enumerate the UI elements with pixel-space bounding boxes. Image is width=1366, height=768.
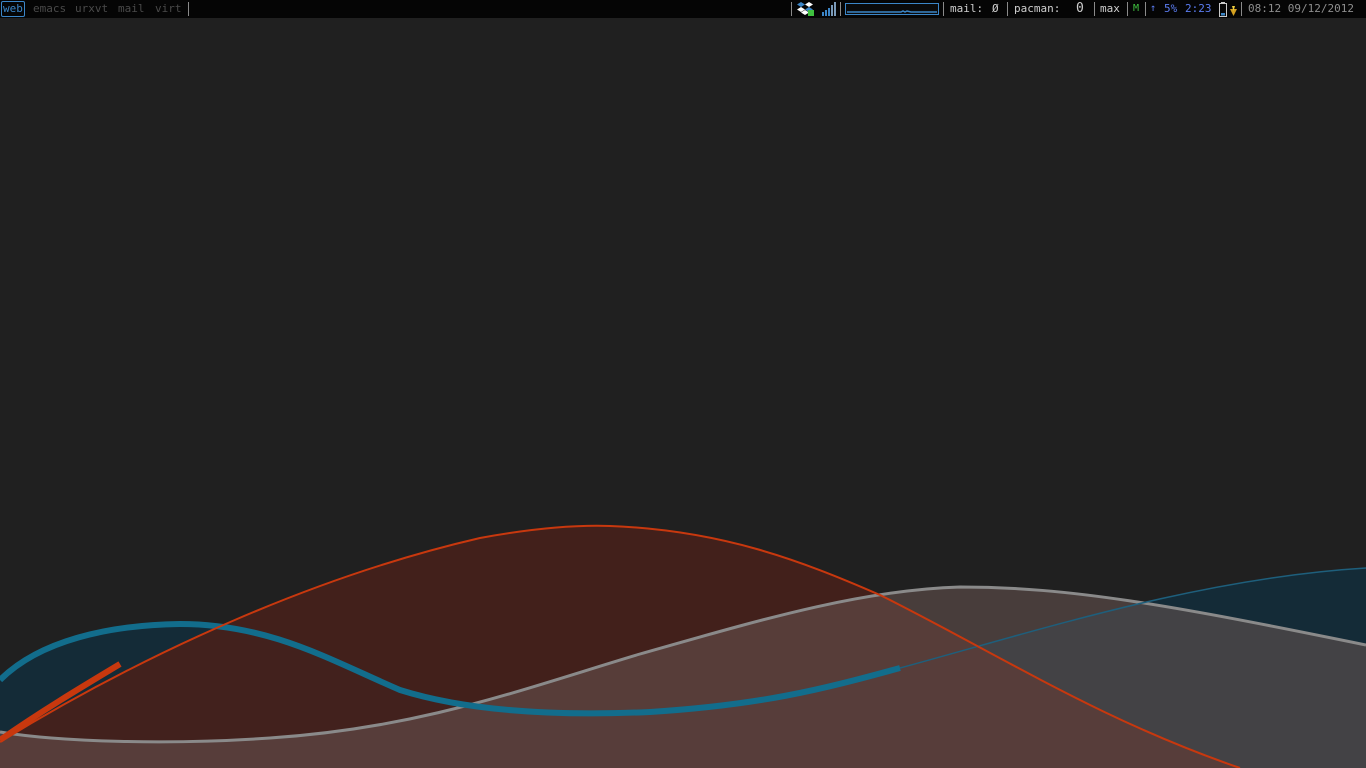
workspace-mail[interactable]: mail — [118, 0, 145, 18]
layout-indicator[interactable]: M — [1133, 0, 1139, 18]
separator — [1094, 2, 1095, 16]
battery-arrow: ↑ — [1150, 3, 1157, 14]
separator — [1145, 2, 1146, 16]
clock: 08:12 09/12/2012 — [1248, 2, 1354, 15]
separator — [1127, 2, 1128, 16]
workspace-virt[interactable]: virt — [155, 0, 182, 18]
pacman-count: 0 — [1076, 1, 1084, 16]
separator — [188, 2, 189, 16]
separator — [943, 2, 944, 16]
battery-percent: 5% — [1164, 2, 1178, 15]
layout-name: max — [1100, 2, 1120, 15]
battery-time: 2:23 — [1185, 2, 1212, 15]
mail-count: Ø — [992, 2, 999, 15]
wave-wallpaper — [0, 524, 1366, 768]
workspace-emacs[interactable]: emacs — [33, 0, 66, 18]
separator — [1241, 2, 1242, 16]
mail-label: mail: — [950, 2, 984, 15]
workspace-urxvt[interactable]: urxvt — [75, 0, 108, 18]
top-status-bar: web emacs urxvt mail virt mail: Ø pacman… — [0, 0, 1366, 18]
separator — [840, 2, 841, 16]
pacman-label: pacman: — [1014, 2, 1061, 15]
separator — [791, 2, 792, 16]
separator — [1007, 2, 1008, 16]
workspace-web[interactable]: web — [1, 1, 25, 17]
